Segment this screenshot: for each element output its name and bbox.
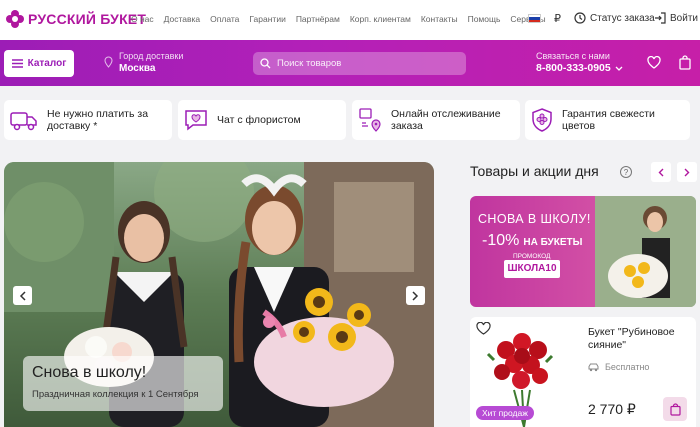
header-bar: Каталог Город доставки Москва Связаться … [0, 40, 700, 86]
logo[interactable]: РУССКИЙ БУКЕТ [5, 9, 146, 29]
promo-code: ШКОЛА10 [507, 263, 557, 274]
feature-order-tracking[interactable]: Онлайн отслеживание заказа [352, 100, 520, 140]
phone-number: 8-800-333-0905 [536, 62, 611, 74]
chevron-left-icon [658, 168, 664, 176]
add-to-cart-button[interactable] [663, 397, 687, 421]
product-price: 2 770 ₽ [588, 401, 636, 417]
nav-link-contacts[interactable]: Контакты [421, 14, 458, 24]
deals-title: Товары и акции дня [470, 163, 599, 179]
chevron-right-icon [412, 290, 419, 301]
top-bar: РУССКИЙ БУКЕТ О нас Доставка Оплата Гара… [0, 0, 700, 40]
feature-free-delivery[interactable]: Не нужно платить за доставку * [4, 100, 172, 140]
clock-icon [574, 12, 586, 24]
chevron-right-icon [684, 168, 690, 176]
delivery-car-icon [588, 363, 599, 371]
order-status-label: Статус заказа [590, 12, 655, 24]
hero-banner[interactable]: Снова в школу! Праздничная коллекция к 1… [4, 162, 434, 427]
promo-code-label: ПРОМОКОД [513, 253, 551, 260]
nav-link-guarantees[interactable]: Гарантии [249, 14, 285, 24]
promo-discount-suffix: НА БУКЕТЫ [523, 237, 583, 248]
menu-icon [11, 59, 23, 68]
feature-free-delivery-line2: доставку * [47, 120, 98, 132]
cart-bag-icon[interactable] [679, 55, 691, 70]
catalog-label: Каталог [27, 58, 67, 69]
tracking-icon [359, 108, 381, 132]
top-nav: О нас Доставка Оплата Гарантии Партнёрам… [131, 14, 556, 24]
deals-next-button[interactable] [677, 162, 697, 182]
catalog-button[interactable]: Каталог [4, 50, 74, 77]
product-name-line2[interactable]: сияние" [588, 339, 675, 352]
deals-prev-button[interactable] [651, 162, 671, 182]
flower-logo-icon [6, 10, 24, 28]
promo-banner[interactable]: СНОВА В ШКОЛУ! -10% НА БУКЕТЫ ПРОМОКОД Ш… [470, 196, 696, 307]
hero-title: Снова в школу! [32, 364, 147, 381]
product-name-line1[interactable]: Букет "Рубиновое [588, 326, 675, 339]
nav-link-help[interactable]: Помощь [468, 14, 501, 24]
chevron-down-icon [615, 66, 623, 71]
order-status-link[interactable]: Статус заказа [574, 12, 655, 24]
promo-discount: -10% [482, 232, 520, 249]
currency-selector[interactable]: ₽ [554, 12, 561, 25]
nav-link-about[interactable]: О нас [131, 14, 154, 24]
nav-link-corporate[interactable]: Корп. клиентам [350, 14, 411, 24]
feature-florist-chat[interactable]: Чат с флористом [178, 100, 346, 140]
feature-florist-chat-line1: Чат с флористом [217, 114, 301, 126]
shield-flower-icon [532, 108, 552, 132]
city-selector[interactable]: Город доставки Москва [104, 51, 183, 74]
contact-label: Связаться с нами [536, 51, 610, 61]
hero-caption: Снова в школу! Праздничная коллекция к 1… [23, 356, 223, 411]
help-icon[interactable]: ? [620, 166, 632, 178]
promo-line1: СНОВА В ШКОЛУ! [478, 212, 591, 226]
hit-badge: Хит продаж [476, 406, 534, 420]
nav-link-partners[interactable]: Партнёрам [296, 14, 340, 24]
cart-bag-icon [669, 402, 681, 416]
login-label: Войти [670, 12, 698, 24]
contact-block[interactable]: Связаться с нами 8-800-333-0905 [536, 51, 623, 74]
favorites-heart-icon[interactable] [647, 56, 661, 69]
city-value: Москва [119, 63, 156, 74]
feature-order-tracking-line2: заказа [391, 120, 423, 132]
chat-heart-icon [185, 110, 207, 131]
feature-freshness-line2: цветов [562, 120, 596, 132]
search-icon [260, 58, 271, 69]
features-row: Не нужно платить за доставку * Чат с флор… [0, 100, 700, 140]
feature-order-tracking-line1: Онлайн отслеживание [391, 108, 501, 120]
feature-freshness-guarantee[interactable]: Гарантия свежести цветов [525, 100, 690, 140]
nav-link-payment[interactable]: Оплата [210, 14, 239, 24]
feature-freshness-line1: Гарантия свежести [562, 108, 655, 120]
delivery-label: Бесплатно [605, 362, 650, 372]
hero-next-button[interactable] [406, 286, 425, 305]
chevron-left-icon [19, 290, 26, 301]
logo-text: РУССКИЙ БУКЕТ [28, 11, 147, 27]
hero-prev-button[interactable] [13, 286, 32, 305]
city-label: Город доставки [119, 51, 184, 61]
login-icon [655, 12, 666, 24]
nav-link-delivery[interactable]: Доставка [164, 14, 201, 24]
hero-subtitle: Праздничная коллекция к 1 Сентября [32, 389, 199, 400]
location-pin-icon [104, 56, 113, 68]
login-link[interactable]: Войти [654, 12, 698, 24]
search-box[interactable] [253, 52, 466, 75]
russian-flag-icon[interactable] [528, 14, 541, 23]
delivery-truck-icon [10, 112, 37, 131]
product-card[interactable]: Хит продаж Букет "Рубиновое сияние" Бесп… [470, 317, 696, 427]
feature-free-delivery-line1: Не нужно платить за [47, 108, 149, 120]
search-input[interactable] [277, 58, 447, 69]
